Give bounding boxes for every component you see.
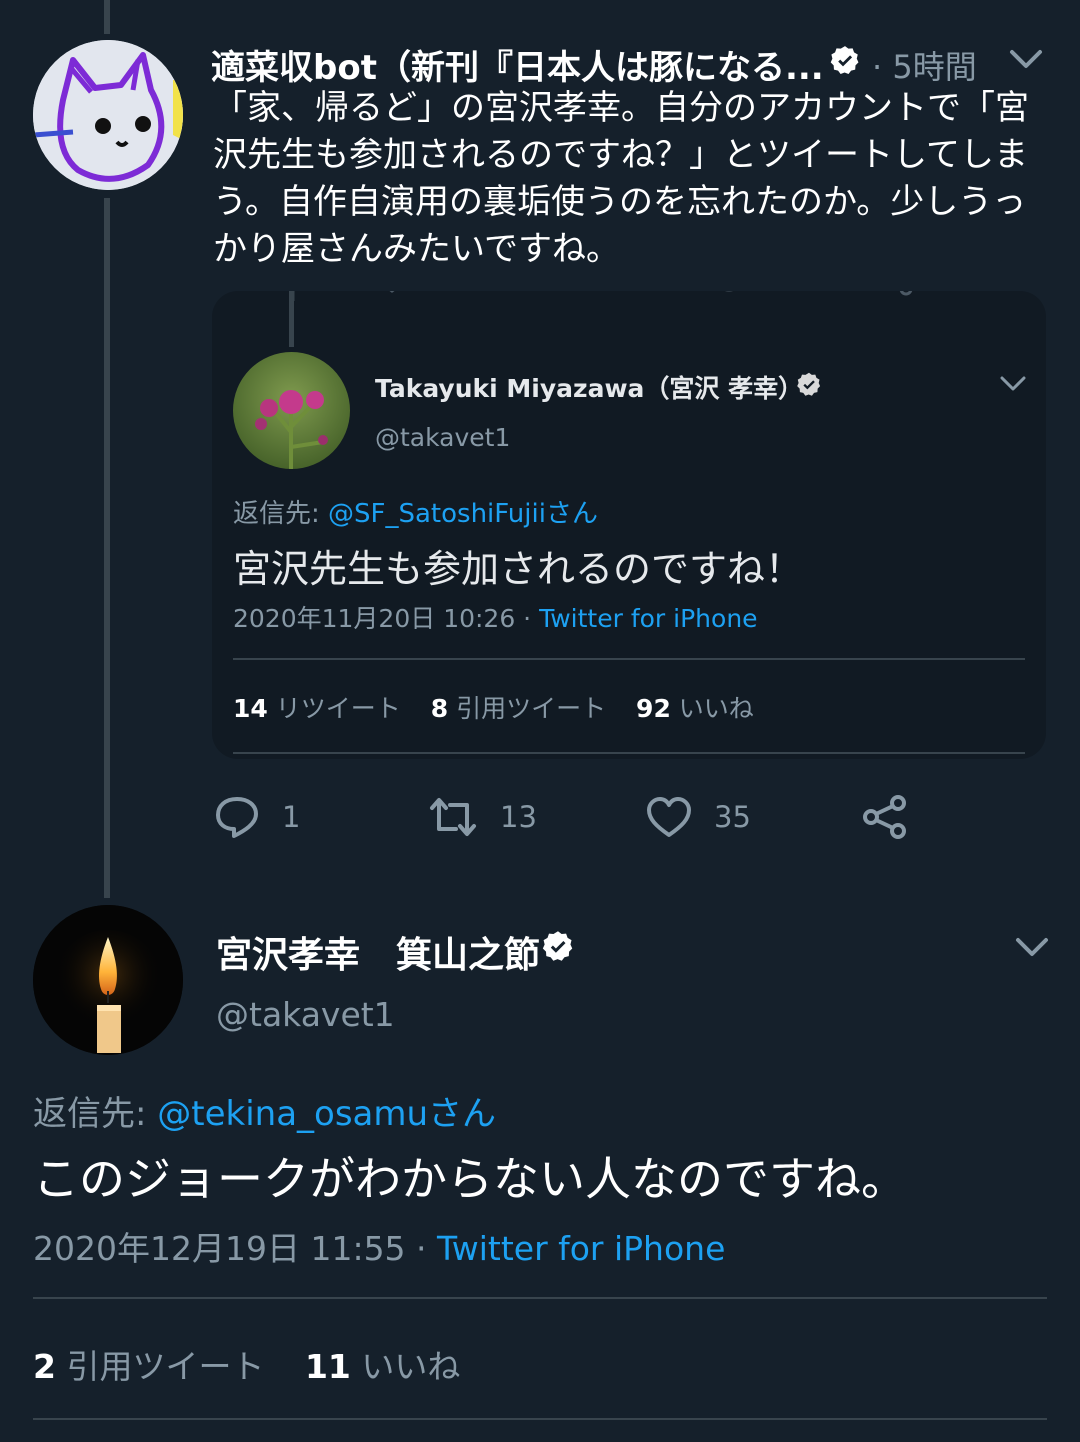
main-tweet-handle[interactable]: @takavet1: [216, 995, 395, 1034]
divider: [33, 1297, 1047, 1299]
quotes-stat[interactable]: 2 引用ツイート: [33, 1347, 264, 1386]
source-link[interactable]: Twitter for iPhone: [539, 604, 757, 633]
reply-button[interactable]: 1: [214, 795, 300, 839]
quotes-stat[interactable]: 8 引用ツイート: [431, 694, 606, 723]
quoted-reply-line: 返信先: @SF_SatoshiFujiiさん: [233, 493, 598, 530]
cropped-action-row: [212, 291, 1046, 343]
top-tweet-text: 「家、帰るど」の宮沢孝幸。自分のアカウントで「宮沢先生も参加されるのですね？」と…: [213, 88, 1029, 269]
share-button[interactable]: [862, 795, 930, 839]
quoted-tweet-display-name[interactable]: Takayuki Miyazawa（宮沢 孝幸）: [375, 369, 803, 405]
verified-badge-icon: [795, 371, 823, 403]
quoted-tweet-text: 宮沢先生も参加されるのですね！: [233, 547, 804, 591]
quoted-tweet-card[interactable]: Takayuki Miyazawa（宮沢 孝幸） @takavet1 返信先: …: [212, 291, 1046, 759]
divider: [33, 1418, 1047, 1420]
quoted-stats-row: 14 リツイート 8 引用ツイート 92 いいね: [233, 689, 754, 725]
share-icon: [863, 795, 906, 839]
candle-avatar-icon: [33, 905, 183, 1055]
reply-icon: [216, 797, 258, 838]
cat-doodle-avatar-icon: [33, 40, 183, 190]
verified-badge-icon: [828, 44, 862, 82]
verified-badge-icon: [540, 929, 576, 969]
main-reply-line: 返信先: @tekina_osamuさん: [33, 1086, 496, 1135]
quoted-tweet-handle[interactable]: @takavet1: [375, 423, 510, 452]
timestamp: 2020年11月20日 10:26 ·: [233, 604, 540, 633]
timestamp: 2020年12月19日 11:55 ·: [33, 1229, 438, 1268]
heart-icon: [647, 797, 691, 837]
top-tweet-time: · 5時間: [872, 48, 977, 86]
like-button[interactable]: 35: [646, 795, 751, 839]
source-link[interactable]: Twitter for iPhone: [437, 1229, 725, 1268]
reply-prefix: 返信先:: [33, 1094, 158, 1134]
top-tweet-avatar[interactable]: [33, 40, 183, 190]
main-timestamp-line: 2020年12月19日 11:55 · Twitter for iPhone: [33, 1222, 725, 1270]
thread-line-quoted: [289, 291, 294, 347]
reply-prefix: 返信先:: [233, 499, 329, 529]
quoted-timestamp-line: 2020年11月20日 10:26 · Twitter for iPhone: [233, 599, 758, 635]
main-stats-row: 2 引用ツイート 11 いいね: [33, 1340, 460, 1388]
likes-stat[interactable]: 92 いいね: [636, 694, 754, 723]
thread-line-top: [104, 0, 110, 34]
thistle-flower-avatar-icon: [233, 352, 350, 469]
chevron-down-icon[interactable]: [1012, 932, 1052, 964]
chevron-down-icon[interactable]: [1006, 44, 1046, 76]
quoted-tweet-avatar[interactable]: [233, 352, 350, 469]
retweet-count: 13: [500, 800, 537, 834]
chevron-down-icon[interactable]: [998, 373, 1028, 399]
retweet-icon: [430, 798, 476, 836]
like-count: 35: [714, 800, 751, 834]
reply-count: 1: [282, 800, 301, 834]
main-tweet-avatar[interactable]: [33, 905, 183, 1055]
main-tweet-text: このジョークがわからない人なのですね。: [33, 1152, 907, 1206]
retweets-stat[interactable]: 14 リツイート: [233, 694, 401, 723]
thread-line-middle: [104, 198, 110, 898]
reply-to-link[interactable]: @tekina_osamuさん: [157, 1094, 496, 1134]
main-tweet-display-name[interactable]: 宮沢孝幸 箕山之節: [216, 926, 540, 978]
reply-to-link[interactable]: @SF_SatoshiFujiiさん: [328, 499, 598, 529]
top-tweet-display-name[interactable]: 適菜収bot（新刊『日本人は豚になる...: [211, 40, 824, 89]
likes-stat[interactable]: 11 いいね: [305, 1347, 460, 1386]
retweet-button[interactable]: 13: [428, 795, 537, 839]
divider: [233, 752, 1025, 754]
divider: [233, 658, 1025, 660]
